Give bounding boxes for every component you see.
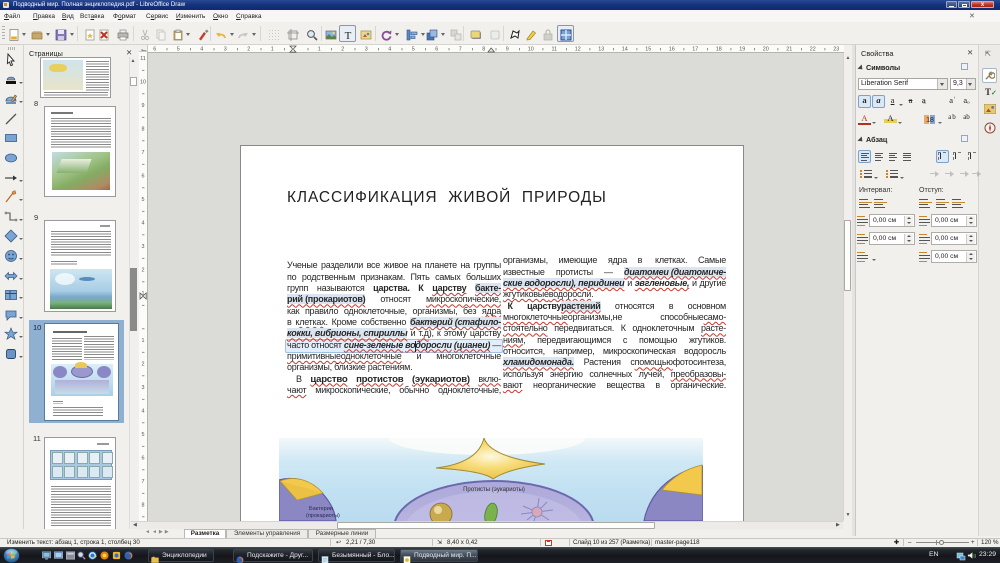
svg-text:4: 4	[142, 409, 145, 415]
svg-text:3: 3	[142, 385, 145, 391]
svg-text:23: 23	[833, 47, 839, 53]
svg-text:11: 11	[140, 56, 146, 62]
svg-text:17: 17	[692, 47, 698, 53]
svg-text:18: 18	[926, 117, 934, 124]
svg-text:7: 7	[142, 479, 145, 485]
svg-text:9: 9	[506, 47, 509, 53]
svg-text:6: 6	[142, 174, 145, 180]
svg-text:Бактерии: Бактерии	[309, 506, 333, 512]
svg-text:6: 6	[142, 456, 145, 462]
svg-text:8: 8	[482, 47, 485, 53]
svg-text:7: 7	[142, 150, 145, 156]
svg-text:Протисты (эукариоты): Протисты (эукариоты)	[463, 487, 525, 493]
svg-text:5: 5	[412, 47, 415, 53]
svg-text:22: 22	[810, 47, 816, 53]
svg-text:5: 5	[142, 197, 145, 203]
svg-text:19: 19	[739, 47, 745, 53]
svg-text:2: 2	[142, 362, 145, 368]
svg-text:16: 16	[669, 47, 675, 53]
svg-text:1: 1	[318, 47, 321, 53]
svg-text:1: 1	[142, 338, 145, 344]
svg-text:8: 8	[142, 503, 145, 509]
svg-text:6: 6	[153, 47, 156, 53]
svg-text:T: T	[345, 30, 352, 41]
svg-text:6: 6	[435, 47, 438, 53]
svg-text:2: 2	[142, 268, 145, 274]
svg-text:9: 9	[142, 103, 145, 109]
svg-text:2: 2	[341, 47, 344, 53]
svg-text:21: 21	[786, 47, 792, 53]
svg-text:13: 13	[598, 47, 604, 53]
svg-text:(прокариоты): (прокариоты)	[306, 513, 340, 519]
svg-text:1: 1	[271, 47, 274, 53]
svg-text:14: 14	[622, 47, 628, 53]
svg-text:18: 18	[716, 47, 722, 53]
svg-text:5: 5	[142, 432, 145, 438]
svg-text:5: 5	[177, 47, 180, 53]
svg-text:4: 4	[200, 47, 203, 53]
svg-text:II: II	[973, 554, 976, 560]
svg-text:3: 3	[142, 244, 145, 250]
svg-text:4: 4	[388, 47, 391, 53]
svg-text:2: 2	[247, 47, 250, 53]
svg-text:7: 7	[459, 47, 462, 53]
svg-text:10: 10	[140, 80, 146, 86]
svg-text:3: 3	[365, 47, 368, 53]
svg-text:12: 12	[575, 47, 581, 53]
svg-text:4: 4	[142, 221, 145, 227]
svg-text:11: 11	[551, 47, 557, 53]
svg-text:15: 15	[645, 47, 651, 53]
svg-text:20: 20	[763, 47, 769, 53]
svg-text:10: 10	[528, 47, 534, 53]
svg-text:8: 8	[142, 127, 145, 133]
svg-text:3: 3	[224, 47, 227, 53]
